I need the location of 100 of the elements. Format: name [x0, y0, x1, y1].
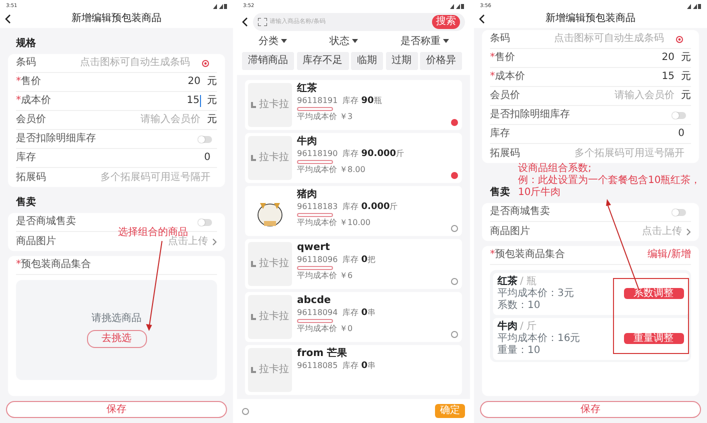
field-label: 售价 — [21, 76, 41, 88]
item-cost: 平均成本价：16元 — [498, 332, 582, 344]
generate-icon[interactable] — [202, 60, 209, 66]
logo-icon — [251, 366, 256, 372]
product-name: from 芒果 — [297, 348, 348, 360]
stock-text: 库存 0串 — [342, 306, 376, 318]
stock-text: 库存 0把 — [342, 254, 376, 266]
select-checkbox[interactable] — [451, 118, 458, 126]
filter-dropdown[interactable]: 分类 — [258, 36, 287, 46]
select-checkbox[interactable] — [451, 172, 458, 178]
annotation-note: 选择组合的商品 — [118, 227, 188, 238]
caret-icon — [352, 39, 358, 43]
item-unit: / 斤 — [520, 320, 537, 332]
field-label: 是否商城售卖 — [16, 216, 76, 228]
input-field[interactable]: 20 — [45, 76, 200, 88]
field-label: 售价 — [495, 52, 515, 64]
status-icon — [213, 4, 227, 8]
unit-label: 元 — [207, 95, 217, 107]
item-name: 红茶 — [498, 276, 518, 288]
input-field[interactable]: 点击图标可自动生成条码 — [40, 57, 190, 69]
product-card[interactable]: 拉卡拉 from 芒果 96118085 库存 0串 — [245, 344, 462, 394]
item-cost: 平均成本价：3元 — [498, 288, 575, 300]
back-icon[interactable] — [242, 16, 248, 26]
input-field[interactable]: 多个拓展码可用逗号隔开 — [50, 172, 210, 184]
filter-dropdown[interactable]: 状态 — [329, 36, 358, 46]
pick-button[interactable]: 去挑选 — [86, 330, 146, 348]
logo-text: 拉卡拉 — [258, 258, 289, 270]
stock-text: 库存 0.000斤 — [342, 200, 398, 212]
unit-label: 元 — [681, 71, 691, 83]
toggle-switch[interactable] — [198, 136, 212, 142]
product-card[interactable]: 拉卡拉 qwert 96118096 库存 0把 平均成本价 ￥6 — [245, 238, 462, 288]
save-button[interactable]: 保存 — [480, 401, 701, 418]
select-all-checkbox[interactable] — [242, 408, 249, 414]
logo-icon — [251, 314, 256, 320]
section-heading: 规格 — [16, 38, 36, 50]
product-name: 猪肉 — [297, 188, 318, 200]
field-label: 拓展码 — [490, 148, 520, 160]
input-field[interactable]: 0 — [514, 128, 684, 140]
field-label: 会员价 — [490, 90, 520, 102]
logo-text: 拉卡拉 — [258, 310, 289, 322]
select-checkbox[interactable] — [451, 278, 458, 284]
back-icon[interactable] — [479, 14, 485, 24]
back-icon[interactable] — [5, 14, 11, 24]
unit-label: 元 — [207, 114, 217, 126]
filter-chip[interactable]: 价格异 — [420, 52, 462, 70]
required-mark: * — [16, 259, 21, 271]
filter-chip[interactable]: 临期 — [351, 52, 383, 70]
logo-icon — [251, 154, 256, 160]
field-label: 条码 — [16, 57, 36, 69]
price-tag — [297, 212, 333, 216]
select-checkbox[interactable] — [451, 330, 458, 338]
toggle-switch[interactable] — [198, 218, 212, 226]
product-card[interactable]: 拉卡拉 红茶 96118191 库存 90瓶 平均成本价 ￥3 — [245, 80, 462, 130]
input-field[interactable]: 15 — [529, 71, 674, 83]
select-checkbox[interactable] — [451, 224, 458, 232]
field-label: 拓展码 — [16, 172, 46, 184]
adjust-button[interactable]: 重量调整 — [624, 333, 684, 344]
item-factor: 系数：10 — [498, 300, 542, 312]
filter-chip[interactable]: 滞销商品 — [242, 52, 294, 70]
search-button[interactable]: 搜索 — [432, 14, 460, 28]
adjust-button[interactable]: 系数调整 — [624, 288, 684, 299]
input-field[interactable]: 0 — [40, 152, 210, 164]
product-card[interactable]: 猪肉 96118183 库存 0.000斤 平均成本价 ￥10.00 — [245, 186, 462, 236]
price-tag — [297, 318, 333, 322]
input-field[interactable]: 多个拓展码可用逗号隔开 — [524, 148, 684, 160]
input-field[interactable]: 点击图标可自动生成条码 — [514, 33, 664, 45]
product-card[interactable]: 拉卡拉 牛肉 96118190 库存 90.000斤 平均成本价 ￥8.00 — [245, 132, 462, 182]
caret-icon — [280, 39, 287, 43]
product-name: 红茶 — [297, 82, 318, 94]
input-field[interactable]: 15 — [186, 95, 200, 107]
filter-chip[interactable]: 过期 — [386, 52, 418, 70]
product-name: abcde — [297, 294, 332, 306]
status-icon — [450, 4, 464, 8]
filter-dropdown[interactable]: 是否称重 — [400, 36, 449, 46]
product-code: 96118183 — [297, 200, 338, 212]
product-name: qwert — [297, 242, 331, 254]
input-field[interactable]: 20 — [519, 52, 674, 64]
average-cost: 平均成本价 ￥10.00 — [297, 216, 372, 228]
product-code: 96118191 — [297, 94, 338, 106]
price-tag — [297, 106, 333, 110]
average-cost: 平均成本价 ￥8.00 — [297, 164, 366, 174]
toggle-switch[interactable] — [672, 208, 686, 216]
product-card[interactable]: 拉卡拉 abcde 96118094 库存 0串 平均成本价 ￥0 — [245, 292, 462, 342]
scan-icon[interactable] — [258, 18, 267, 26]
edit-add-link[interactable]: 编辑/新增 — [648, 249, 691, 261]
item-unit: / 瓶 — [520, 276, 537, 288]
filter-chip[interactable]: 库存不足 — [296, 52, 348, 70]
save-button[interactable]: 保存 — [6, 401, 227, 418]
section-heading: 售卖 — [490, 187, 510, 199]
stock-text: 库存 90.000斤 — [342, 148, 404, 160]
caret-icon — [442, 39, 449, 43]
generate-icon[interactable] — [676, 36, 683, 42]
input-field[interactable]: 请输入会员价 — [524, 90, 674, 102]
input-field[interactable]: 请输入会员价 — [50, 114, 200, 126]
toggle-switch[interactable] — [672, 112, 686, 118]
item-name: 牛肉 — [498, 320, 518, 332]
price-tag — [297, 160, 333, 164]
average-cost: 平均成本价 ￥6 — [297, 270, 354, 280]
logo-text: 拉卡拉 — [258, 152, 289, 164]
section-heading: 售卖 — [16, 197, 36, 209]
